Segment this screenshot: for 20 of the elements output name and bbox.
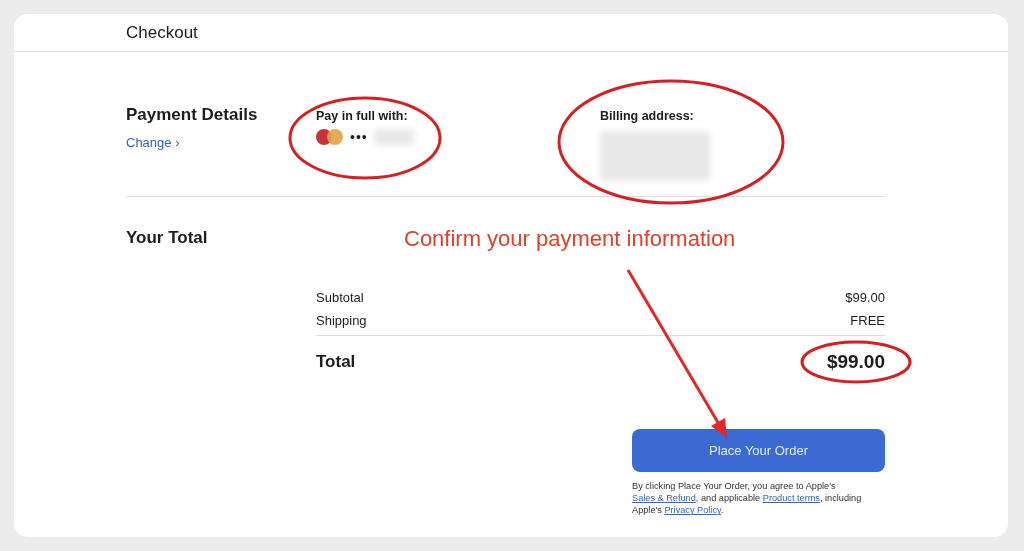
total-label: Total bbox=[316, 351, 356, 372]
page-title: Checkout bbox=[126, 22, 198, 43]
annotation-text: Confirm your payment information bbox=[404, 226, 736, 252]
card-logo-icon bbox=[316, 129, 344, 145]
section-heading: Your Total bbox=[126, 228, 208, 248]
summary-label: Subtotal bbox=[316, 290, 364, 305]
place-order-button[interactable]: Place Your Order bbox=[632, 429, 885, 472]
section-heading: Payment Details bbox=[126, 105, 258, 125]
card-number-mask: ••• bbox=[350, 129, 368, 145]
summary-value: $99.00 bbox=[845, 290, 885, 305]
privacy-policy-link[interactable]: Privacy Policy bbox=[664, 505, 721, 516]
summary-label: Shipping bbox=[316, 313, 367, 328]
product-terms-link[interactable]: Product terms bbox=[762, 493, 820, 504]
summary-value: FREE bbox=[850, 313, 885, 328]
pay-label: Pay in full with: bbox=[316, 109, 408, 123]
change-link[interactable]: Change › bbox=[126, 135, 180, 150]
total-value: $99.00 bbox=[826, 350, 885, 373]
sales-refund-link[interactable]: Sales & Refund bbox=[632, 493, 696, 504]
legal-text: By clicking Place Your Order, you agree to Apple's Sales & Refund, and applicable Product terms, including Apple's Privacy Policy. bbox=[632, 480, 863, 517]
billing-label: Billing address: bbox=[600, 109, 694, 123]
